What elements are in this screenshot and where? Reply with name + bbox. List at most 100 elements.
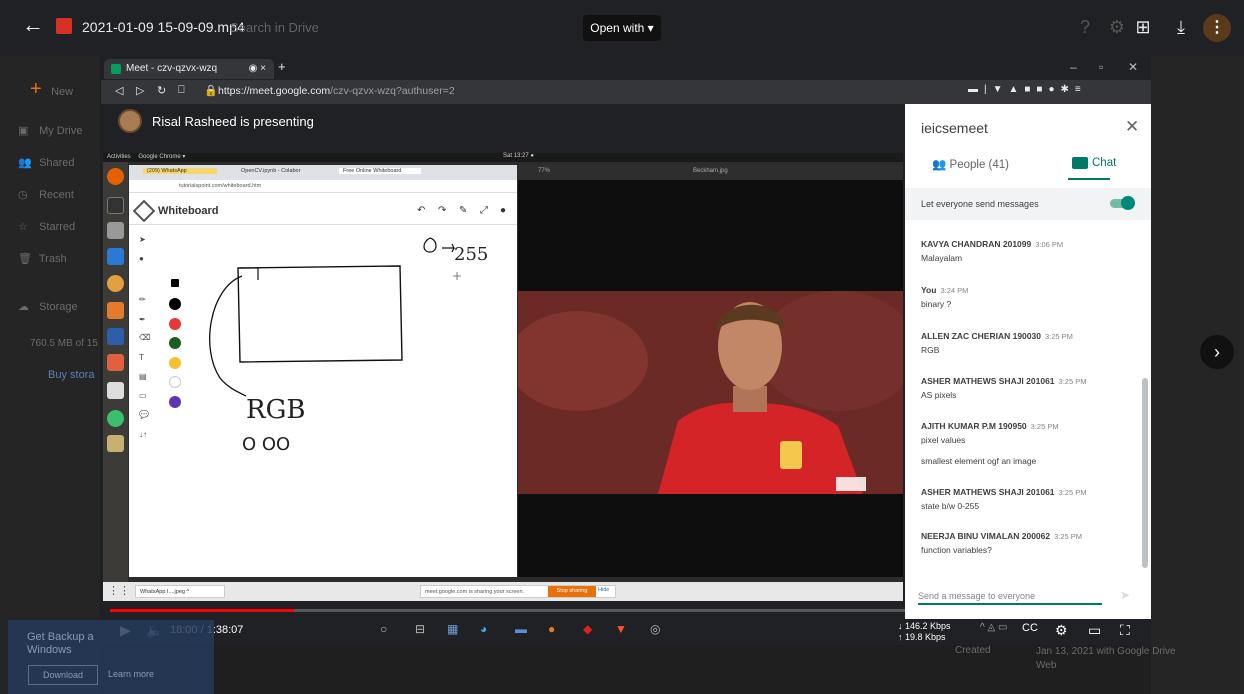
sidebar-item-recent[interactable]: ◷ Recent <box>18 188 74 201</box>
address-bar[interactable]: https://meet.google.com/czv-qzvx-wzq?aut… <box>218 85 455 97</box>
store-icon[interactable]: ▬ <box>515 622 527 636</box>
swatch-purple[interactable] <box>169 396 181 408</box>
sidebar-item-starred[interactable]: ☆ Starred <box>18 220 75 233</box>
swatch-red[interactable] <box>169 318 181 330</box>
chrome-icon[interactable] <box>107 275 124 292</box>
settings-gear-icon[interactable]: ⚙ <box>1055 622 1068 639</box>
app-icon-blue[interactable] <box>107 328 124 345</box>
marker-tool-icon[interactable]: ✒ <box>139 315 146 324</box>
redo-icon[interactable]: ↷ <box>438 205 446 216</box>
drive-right-panel <box>1151 56 1244 694</box>
portrait-image <box>518 291 903 494</box>
eraser-tool-icon[interactable]: ⌫ <box>139 333 150 342</box>
files-icon[interactable] <box>107 222 124 239</box>
tab-chat[interactable]: Chat <box>1072 157 1116 169</box>
tab-people[interactable]: 👥 People (41) <box>932 157 1009 171</box>
theater-mode-icon[interactable]: ▭ <box>1088 622 1101 639</box>
sidebar-item-storage[interactable]: ☁ Storage <box>18 300 78 313</box>
sidebar-item-shared[interactable]: 👥 Shared <box>18 156 75 169</box>
back-arrow-icon[interactable]: ← <box>22 12 44 38</box>
dot-tool-icon[interactable]: ● <box>139 254 144 263</box>
chat-message-sender: KAVYA CHANDRAN 201099 3:06 PM <box>921 239 1064 249</box>
brave-icon[interactable]: ▼ <box>615 622 627 636</box>
sort-tool-icon[interactable]: ↓↑ <box>139 430 147 439</box>
tab-close-icon[interactable]: ◉ × <box>249 63 266 74</box>
pointer-tool-icon[interactable]: ➤ <box>139 235 146 244</box>
download-chip[interactable]: WhatsApp I....jpeg ^ <box>135 585 225 598</box>
taskbar-app-icon[interactable]: ▦ <box>447 622 458 636</box>
undo-icon[interactable]: ↶ <box>417 205 425 216</box>
firefox-icon[interactable] <box>107 168 124 185</box>
chat-message-text: state b/w 0-255 <box>921 501 980 511</box>
add-to-drive-icon[interactable]: ⊞ <box>1130 14 1156 40</box>
buy-storage-button[interactable]: Buy stora <box>48 369 94 381</box>
app-icon-green[interactable] <box>107 410 124 427</box>
sidebar-item-my-drive[interactable]: ▣ My Drive <box>18 124 82 137</box>
bookmark-icon[interactable]: ⎕ <box>178 84 185 97</box>
lock-icon: 🔒 <box>204 85 218 97</box>
window-close-icon[interactable]: ✕ <box>1128 60 1138 74</box>
shape-tool-icon[interactable]: ▭ <box>139 391 147 400</box>
back-icon[interactable]: ◁ <box>115 84 123 97</box>
maximize-icon[interactable]: ▫ <box>1099 60 1103 74</box>
chat-message-text: AS pixels <box>921 390 957 400</box>
tray-icons[interactable]: ^ ◬ ▭ <box>980 622 1007 633</box>
active-tab-indicator <box>1068 178 1110 180</box>
download-backup-button[interactable]: Download <box>28 665 98 685</box>
reload-icon[interactable]: ↻ <box>157 84 166 97</box>
comment-tool-icon[interactable]: 💬 <box>139 410 149 419</box>
help-icon[interactable]: ? <box>1072 14 1098 40</box>
software-icon[interactable] <box>107 302 124 319</box>
fullscreen-icon[interactable]: ⛶ <box>1120 622 1130 639</box>
app-circle-icon[interactable]: ◎ <box>650 622 660 636</box>
info-icon[interactable]: ● <box>500 205 506 216</box>
swatch-green[interactable] <box>169 337 181 349</box>
taskbar-search-icon[interactable]: ○ <box>380 622 387 636</box>
swatch-square-black[interactable] <box>171 279 179 287</box>
new-tab-icon[interactable]: + <box>278 59 286 74</box>
text-tool-icon[interactable]: T <box>139 353 144 362</box>
new-button[interactable]: + New <box>30 78 73 101</box>
chat-message-text: smallest element ogf an image <box>921 456 1037 466</box>
more-options-icon[interactable]: ⋮ <box>1203 14 1231 42</box>
pencil-tool-icon[interactable]: ✏ <box>139 295 146 304</box>
chat-message-sender: NEERJA BINU VIMALAN 200062 3:25 PM <box>921 531 1083 541</box>
edge-icon[interactable]: ◕ <box>480 622 487 636</box>
download-icon[interactable]: ⤓ <box>1168 14 1194 40</box>
sidebar-item-trash[interactable]: 🗑 Trash <box>18 252 67 265</box>
drive-search-placeholder: Search in Drive <box>230 20 319 35</box>
apps-grid-icon[interactable]: ⋮⋮ <box>108 584 130 597</box>
next-file-arrow-icon[interactable]: › <box>1200 335 1234 369</box>
writer-icon[interactable] <box>107 248 124 265</box>
expand-icon[interactable]: ⤢ <box>480 205 488 216</box>
minimize-icon[interactable]: – <box>1070 60 1077 74</box>
send-icon[interactable]: ➤ <box>1120 588 1130 602</box>
app-icon-white[interactable] <box>107 382 124 399</box>
chat-message-input[interactable]: Send a message to everyone <box>918 591 1035 601</box>
toggle-knob[interactable] <box>1121 196 1135 210</box>
taskview-icon[interactable]: ⊟ <box>415 622 425 636</box>
image-tool-icon[interactable]: ▤ <box>139 372 147 381</box>
stop-sharing-button[interactable]: Stop sharing <box>548 586 596 597</box>
firefox-taskbar-icon[interactable]: ● <box>548 622 555 636</box>
chat-scrollbar[interactable] <box>1142 378 1148 568</box>
brush-icon[interactable]: ✎ <box>459 205 467 216</box>
open-with-button[interactable]: Open with ▾ <box>583 15 661 41</box>
inner-address-bar[interactable]: tutorialspoint.com/whiteboard.htm <box>129 180 517 193</box>
swatch-black[interactable] <box>169 298 181 310</box>
swatch-white[interactable] <box>169 376 181 388</box>
close-panel-icon[interactable]: ✕ <box>1125 117 1139 137</box>
office-icon[interactable]: ◆ <box>583 622 592 636</box>
app-icon-red[interactable] <box>107 354 124 371</box>
forward-icon[interactable]: ▷ <box>136 84 144 97</box>
hide-notice-button[interactable]: Hide <box>598 587 609 593</box>
captions-icon[interactable]: CC <box>1022 622 1038 634</box>
terminal-icon[interactable] <box>107 197 124 214</box>
settings-icon[interactable]: ⚙ <box>1104 14 1130 40</box>
browser-tab-meet[interactable]: Meet - czv-qzvx-wzq ◉ × <box>104 59 274 79</box>
app-icon-tan[interactable] <box>107 435 124 452</box>
whiteboard-canvas[interactable]: 255 + RGB O OO <box>190 228 516 574</box>
learn-more-link[interactable]: Learn more <box>108 669 154 679</box>
swatch-yellow[interactable] <box>169 357 181 369</box>
extension-icons[interactable]: ▬|▼▲■■●✱≡ <box>968 84 1087 95</box>
